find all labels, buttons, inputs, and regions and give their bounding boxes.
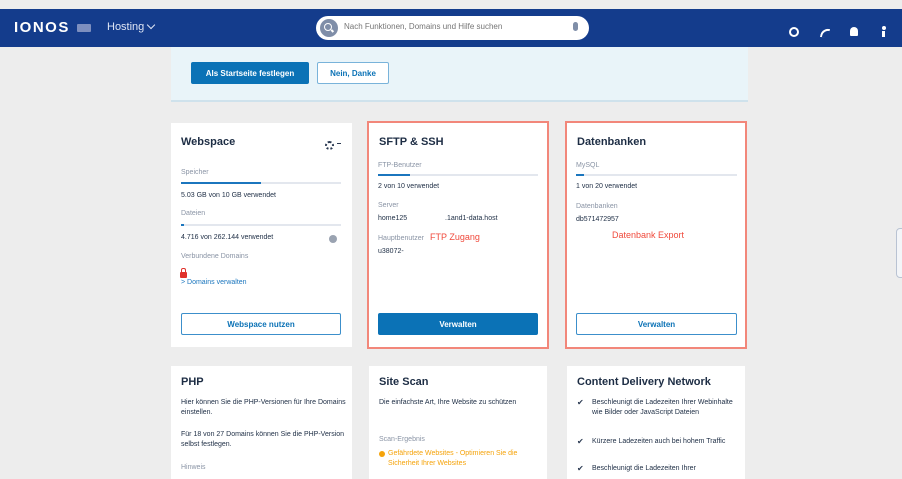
gear-icon[interactable]	[325, 141, 334, 150]
cdn-title: Content Delivery Network	[577, 376, 711, 388]
php-description: Hier können Sie die PHP-Versionen für Ih…	[181, 399, 346, 416]
info-icon[interactable]	[329, 235, 337, 243]
storage-label: Speicher	[181, 169, 209, 176]
caret-down-icon[interactable]	[337, 143, 341, 144]
php-domain-count: Für 18 von 27 Domains können Sie die PHP…	[181, 431, 345, 448]
startpage-banner: Als Startseite festlegen Nein, Danke	[171, 47, 748, 102]
search-icon[interactable]	[320, 19, 338, 37]
site-scan-title: Site Scan	[379, 376, 429, 388]
files-label: Dateien	[181, 210, 206, 217]
top-navigation-bar: IONOS Hosting	[0, 9, 902, 47]
cdn-feature-2: Kürzere Ladezeiten auch bei hohem Traffi…	[592, 438, 726, 445]
warning-dot-icon	[379, 451, 385, 457]
sftp-highlight-frame	[367, 121, 549, 349]
files-value: 4.716 von 262.144 verwendet	[181, 234, 274, 241]
user-account-icon[interactable]	[880, 26, 888, 37]
microphone-icon[interactable]	[573, 22, 578, 31]
php-title: PHP	[181, 376, 204, 388]
files-progress-fill	[181, 224, 185, 226]
notification-bell-icon[interactable]	[850, 27, 858, 36]
webspace-title: Webspace	[181, 136, 236, 148]
product-switcher-label: Hosting	[107, 21, 145, 33]
storage-progress-fill	[181, 182, 261, 184]
connected-domains-label: Verbundene Domains	[181, 253, 249, 260]
cdn-feature-1: Beschleunigt die Ladezeiten Ihrer Webinh…	[592, 399, 733, 416]
manage-domains-link[interactable]: > Domains verwalten	[181, 279, 247, 286]
global-search[interactable]	[316, 16, 589, 40]
checkmark-icon: ✔	[577, 437, 584, 446]
brand-mark-icon	[77, 24, 91, 32]
storage-value: 5.03 GB von 10 GB verwendet	[181, 192, 276, 199]
databases-highlight-frame	[565, 121, 747, 349]
feedback-side-tab[interactable]	[896, 228, 902, 278]
php-card: PHP Hier können Sie die PHP-Versionen fü…	[171, 366, 352, 479]
checkmark-icon: ✔	[577, 398, 584, 407]
checkmark-icon: ✔	[577, 464, 584, 473]
scan-result-label: Scan-Ergebnis	[379, 436, 425, 443]
lock-icon	[180, 268, 187, 278]
site-scan-description: Die einfachste Art, Ihre Website zu schü…	[379, 399, 517, 406]
product-switcher[interactable]: Hosting	[107, 20, 156, 33]
ionos-logo[interactable]: IONOS	[14, 19, 70, 36]
files-progress	[181, 224, 341, 226]
webspace-card: Webspace Speicher 5.03 GB von 10 GB verw…	[171, 123, 352, 347]
use-webspace-button[interactable]: Webspace nutzen	[181, 313, 341, 335]
site-scan-card: Site Scan Die einfachste Art, Ihre Websi…	[369, 366, 547, 479]
help-icon[interactable]	[789, 27, 799, 37]
decline-button[interactable]: Nein, Danke	[317, 62, 389, 84]
scan-warning-link[interactable]: Gefährdete Websites - Optimieren Sie die…	[388, 449, 543, 469]
php-hint-label: Hinweis	[181, 464, 206, 471]
cdn-card: Content Delivery Network ✔ Beschleunigt …	[567, 366, 745, 479]
phone-icon[interactable]	[819, 27, 831, 39]
cdn-feature-3: Beschleunigt die Ladezeiten Ihrer	[592, 465, 696, 472]
chevron-down-icon	[147, 20, 156, 30]
storage-progress	[181, 182, 341, 184]
search-input[interactable]	[344, 22, 564, 31]
set-startpage-button[interactable]: Als Startseite festlegen	[191, 62, 309, 84]
